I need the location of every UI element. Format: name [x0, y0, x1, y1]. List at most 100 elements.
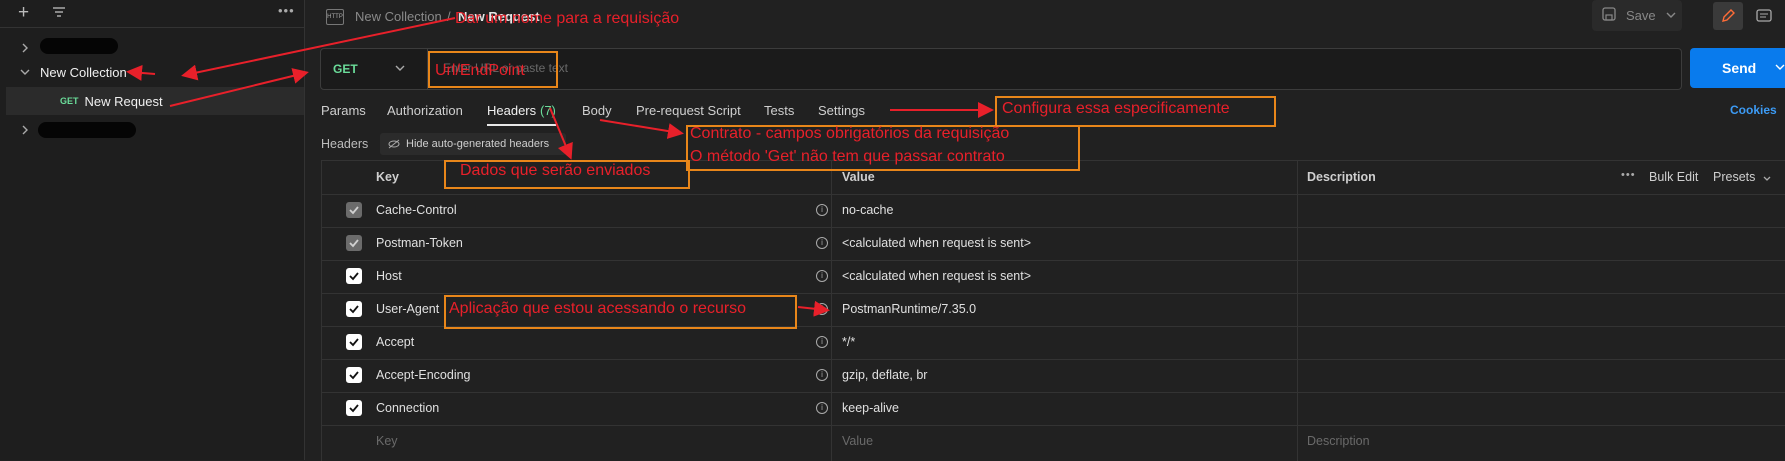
header-value[interactable]: <calculated when request is sent> [842, 236, 1031, 250]
active-tab-indicator [487, 124, 556, 126]
column-divider [321, 161, 322, 461]
header-value[interactable]: gzip, deflate, br [842, 368, 927, 382]
redacted-text [38, 122, 136, 138]
check-icon [349, 338, 359, 347]
header-key[interactable]: Cache-Control [376, 203, 457, 217]
cookies-link[interactable]: Cookies [1730, 103, 1777, 117]
header-value[interactable]: keep-alive [842, 401, 899, 415]
chevron-right-icon[interactable] [18, 123, 32, 137]
headers-section-label: Headers [321, 137, 369, 151]
row-checkbox[interactable] [346, 202, 362, 218]
chevron-down-icon [394, 62, 406, 77]
tab-tests[interactable]: Tests [764, 103, 794, 118]
hide-auto-generated-toggle[interactable]: Hide auto-generated headers [380, 133, 566, 155]
row-checkbox[interactable] [346, 400, 362, 416]
redacted-text [40, 38, 118, 54]
check-icon [349, 206, 359, 215]
url-input[interactable]: Enter URL or paste text [443, 61, 1663, 75]
eye-off-icon [388, 137, 400, 152]
annotation-settings: Configura essa especificamente [1002, 100, 1230, 117]
header-key[interactable]: Accept [376, 335, 414, 349]
tab-params[interactable]: Params [321, 103, 366, 118]
row-checkbox[interactable] [346, 268, 362, 284]
request-item-new-request[interactable]: GET New Request [6, 87, 304, 115]
table-row: Accept i */* [321, 326, 1785, 360]
breadcrumb-separator: / [447, 9, 451, 24]
table-row: Connection i keep-alive [321, 392, 1785, 426]
chevron-down-icon[interactable] [18, 65, 32, 79]
new-key-input[interactable]: Key [376, 434, 398, 448]
table-row: Host i <calculated when request is sent> [321, 260, 1785, 294]
annotation-name-request: Dar um nome para a requisição [455, 10, 680, 27]
annotation-user-agent: Aplicação que estou acessando o recurso [449, 300, 747, 317]
comment-icon [1756, 9, 1772, 22]
column-divider [831, 161, 832, 461]
new-value-input[interactable]: Value [842, 434, 873, 448]
header-key[interactable]: Accept-Encoding [376, 368, 471, 382]
hide-auto-generated-label: Hide auto-generated headers [406, 138, 550, 150]
save-dropdown[interactable] [1660, 0, 1682, 31]
tab-authorization[interactable]: Authorization [387, 103, 463, 118]
info-icon[interactable]: i [816, 270, 828, 282]
send-label: Send [1722, 60, 1757, 76]
chevron-right-icon[interactable] [18, 41, 32, 55]
tab-pre-request-script[interactable]: Pre-request Script [636, 103, 741, 118]
info-icon[interactable]: i [816, 336, 828, 348]
row-checkbox[interactable] [346, 301, 362, 317]
info-icon[interactable]: i [816, 204, 828, 216]
collection-item-new-collection[interactable]: New Collection [0, 58, 304, 86]
collection-item-redacted-2[interactable] [0, 116, 304, 144]
column-divider [1297, 161, 1298, 461]
info-icon[interactable]: i [816, 237, 828, 249]
send-button[interactable]: Send [1690, 48, 1785, 88]
more-icon[interactable]: ••• [278, 3, 295, 18]
chevron-down-icon [1666, 12, 1676, 18]
http-icon: HTTP [326, 9, 344, 25]
filter-icon[interactable] [52, 6, 66, 21]
check-icon [349, 272, 359, 281]
header-value[interactable]: <calculated when request is sent> [842, 269, 1031, 283]
header-value[interactable]: no-cache [842, 203, 893, 217]
info-icon[interactable]: i [816, 402, 828, 414]
comments-button[interactable] [1750, 2, 1778, 30]
info-icon[interactable]: i [816, 303, 828, 315]
sidebar: + ••• New Collection GET New Request [0, 0, 305, 460]
header-key[interactable]: Postman-Token [376, 236, 463, 250]
check-icon [349, 305, 359, 314]
header-key[interactable]: Connection [376, 401, 439, 415]
annotation-contract-line1: Contrato - campos obrigatórios da requis… [690, 125, 1010, 142]
column-header-description: Description [1307, 170, 1376, 184]
header-key[interactable]: Host [376, 269, 402, 283]
tab-headers[interactable]: Headers [487, 103, 536, 118]
check-icon [349, 239, 359, 248]
table-new-row[interactable]: Key Value Description [321, 425, 1785, 458]
tab-headers-count: (7) [540, 103, 556, 118]
row-checkbox[interactable] [346, 367, 362, 383]
row-checkbox[interactable] [346, 235, 362, 251]
header-value[interactable]: PostmanRuntime/7.35.0 [842, 302, 976, 316]
info-icon[interactable]: i [816, 369, 828, 381]
new-description-input[interactable]: Description [1307, 434, 1370, 448]
presets-button[interactable]: Presets [1713, 170, 1755, 184]
save-label: Save [1626, 8, 1656, 23]
chevron-down-icon [1762, 172, 1772, 187]
tab-body[interactable]: Body [582, 103, 612, 118]
table-row: Cache-Control i no-cache [321, 194, 1785, 228]
method-select[interactable]: GET [321, 49, 428, 89]
header-value[interactable]: */* [842, 335, 855, 349]
bulk-edit-button[interactable]: Bulk Edit [1649, 170, 1698, 184]
header-key[interactable]: User-Agent [376, 302, 439, 316]
more-icon[interactable]: ••• [1621, 169, 1636, 181]
row-checkbox[interactable] [346, 334, 362, 350]
table-row: Accept-Encoding i gzip, deflate, br [321, 359, 1785, 393]
breadcrumb-collection[interactable]: New Collection [355, 9, 442, 24]
check-icon [349, 404, 359, 413]
tab-settings[interactable]: Settings [818, 103, 865, 118]
column-header-key: Key [376, 170, 399, 184]
chevron-down-icon[interactable] [1774, 60, 1785, 76]
edit-mode-button[interactable] [1713, 2, 1743, 30]
new-icon[interactable]: + [18, 2, 29, 24]
sidebar-toolbar: + ••• [0, 0, 304, 28]
collection-name: New Collection [40, 64, 127, 80]
annotation-data-sent: Dados que serão enviados [460, 162, 651, 179]
